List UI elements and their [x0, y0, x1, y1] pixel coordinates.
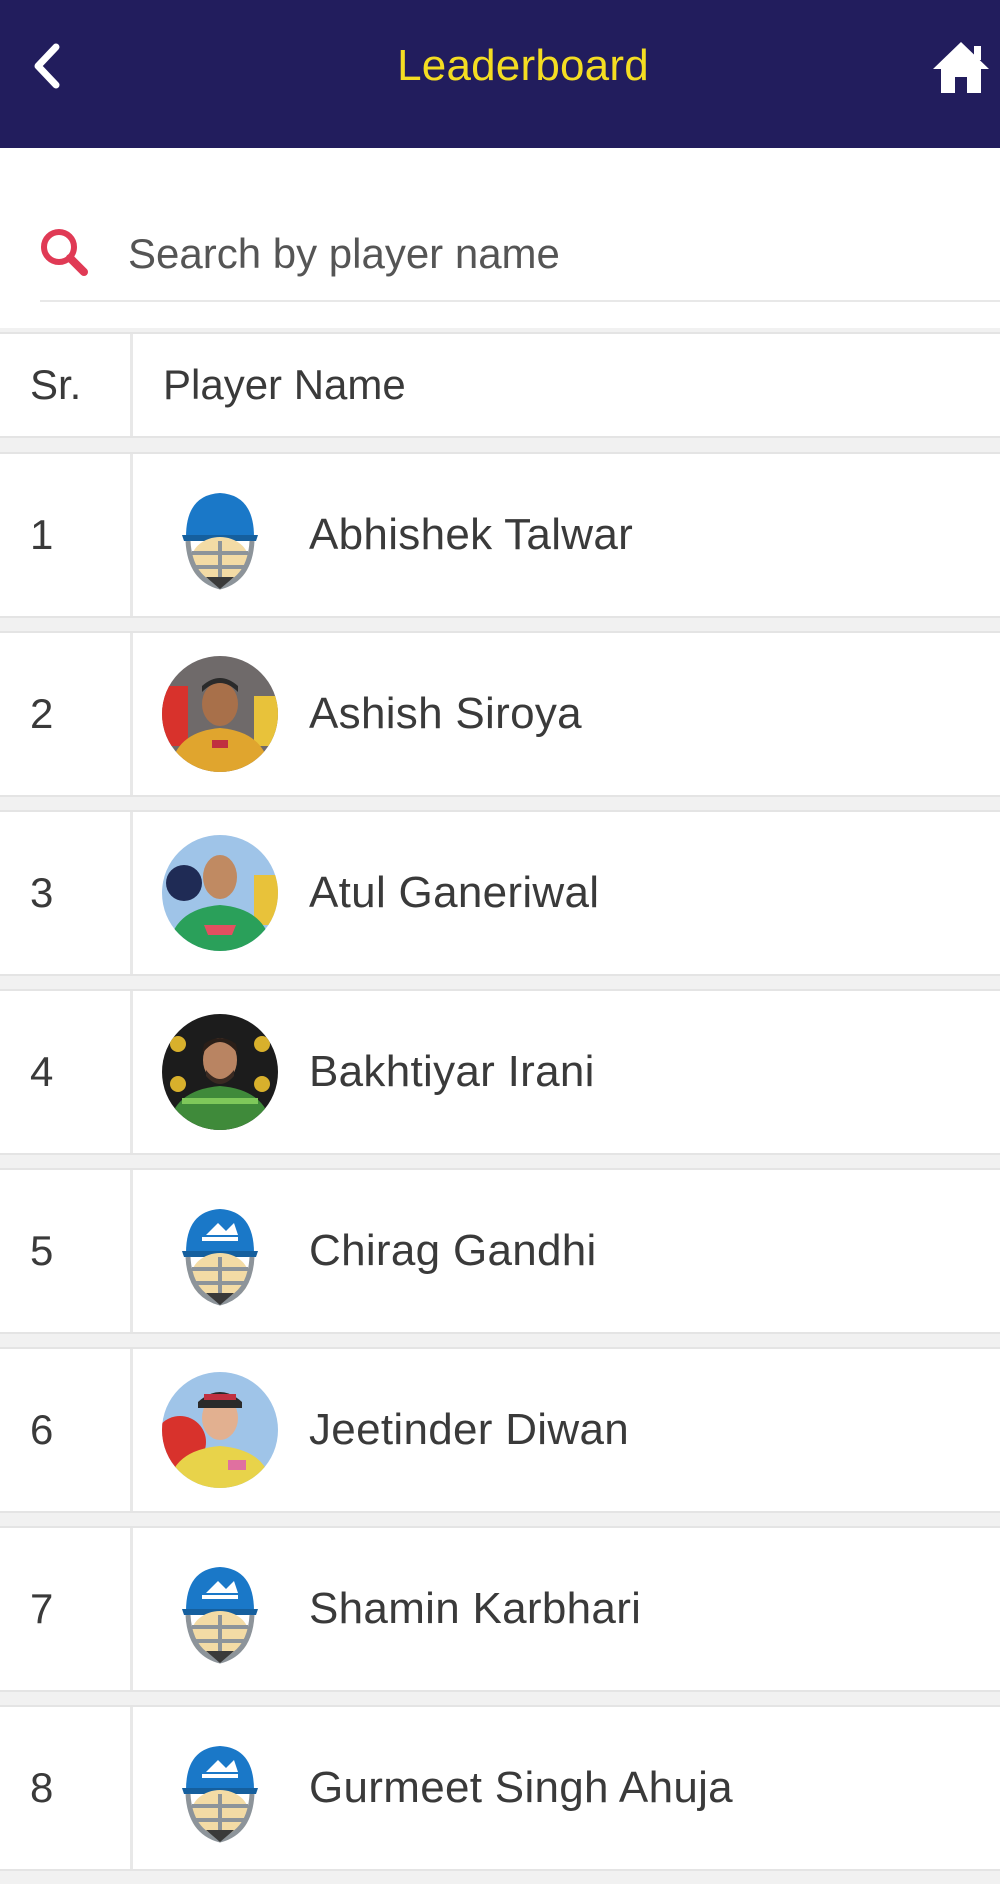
rank-number: 3 [30, 869, 54, 916]
column-divider [130, 1170, 133, 1332]
player-name: Abhishek Talwar [309, 510, 634, 559]
search-underline [40, 300, 1000, 302]
table-row[interactable]: 2 Ashish Siroya [0, 631, 1000, 797]
rank-number: 6 [30, 1406, 54, 1453]
top-app-bar: Leaderboard [0, 0, 1000, 148]
table-row[interactable]: 6 Jeetinder Diwan [0, 1347, 1000, 1513]
home-button[interactable] [928, 34, 994, 100]
rank-number: 5 [30, 1227, 54, 1274]
column-divider [130, 1349, 133, 1511]
column-divider [130, 334, 133, 436]
player-photo-avatar [162, 656, 278, 772]
helmet-avatar-icon [162, 1551, 278, 1667]
player-name: Chirag Gandhi [309, 1226, 597, 1275]
column-divider [130, 633, 133, 795]
rank-number: 8 [30, 1764, 54, 1811]
home-icon [933, 42, 989, 93]
player-name: Ashish Siroya [309, 689, 582, 738]
player-name: Gurmeet Singh Ahuja [309, 1763, 733, 1812]
column-divider [130, 991, 133, 1153]
rank-number: 4 [30, 1048, 54, 1095]
column-divider [130, 1707, 133, 1869]
table-row[interactable]: 8 Gurmeet Singh Ahuja [0, 1705, 1000, 1871]
player-name: Atul Ganeriwal [309, 868, 600, 917]
table-row[interactable]: 4 Bakhtiyar Irani [0, 989, 1000, 1155]
search-bar [0, 148, 1000, 328]
rank-number: 7 [30, 1585, 54, 1632]
helmet-avatar-icon [162, 1730, 278, 1846]
column-divider [130, 454, 133, 616]
column-divider [130, 812, 133, 974]
column-header-player-name: Player Name [163, 361, 406, 408]
leaderboard-table: Sr. Player Name 1 Abhishek Talwar 2 Ashi… [0, 332, 1000, 1884]
player-name: Bakhtiyar Irani [309, 1047, 595, 1096]
player-photo-avatar [162, 1372, 278, 1488]
helmet-avatar-icon [162, 1193, 278, 1309]
search-icon [41, 229, 88, 276]
table-row[interactable]: 5 Chirag Gandhi [0, 1168, 1000, 1334]
player-name: Shamin Karbhari [309, 1584, 642, 1633]
table-row[interactable]: 1 Abhishek Talwar [0, 452, 1000, 618]
page-title: Leaderboard [397, 41, 649, 90]
player-photo-avatar [162, 1014, 278, 1130]
player-name: Jeetinder Diwan [309, 1405, 629, 1454]
player-photo-avatar [162, 835, 278, 951]
table-row[interactable]: 3 Atul Ganeriwal [0, 810, 1000, 976]
rank-number: 1 [30, 511, 54, 558]
column-header-sr: Sr. [30, 361, 82, 408]
search-input[interactable] [128, 226, 988, 282]
rank-number: 2 [30, 690, 54, 737]
helmet-avatar-icon [162, 477, 278, 593]
table-header-row: Sr. Player Name [0, 332, 1000, 438]
column-divider [130, 1528, 133, 1690]
table-row[interactable]: 7 Shamin Karbhari [0, 1526, 1000, 1692]
